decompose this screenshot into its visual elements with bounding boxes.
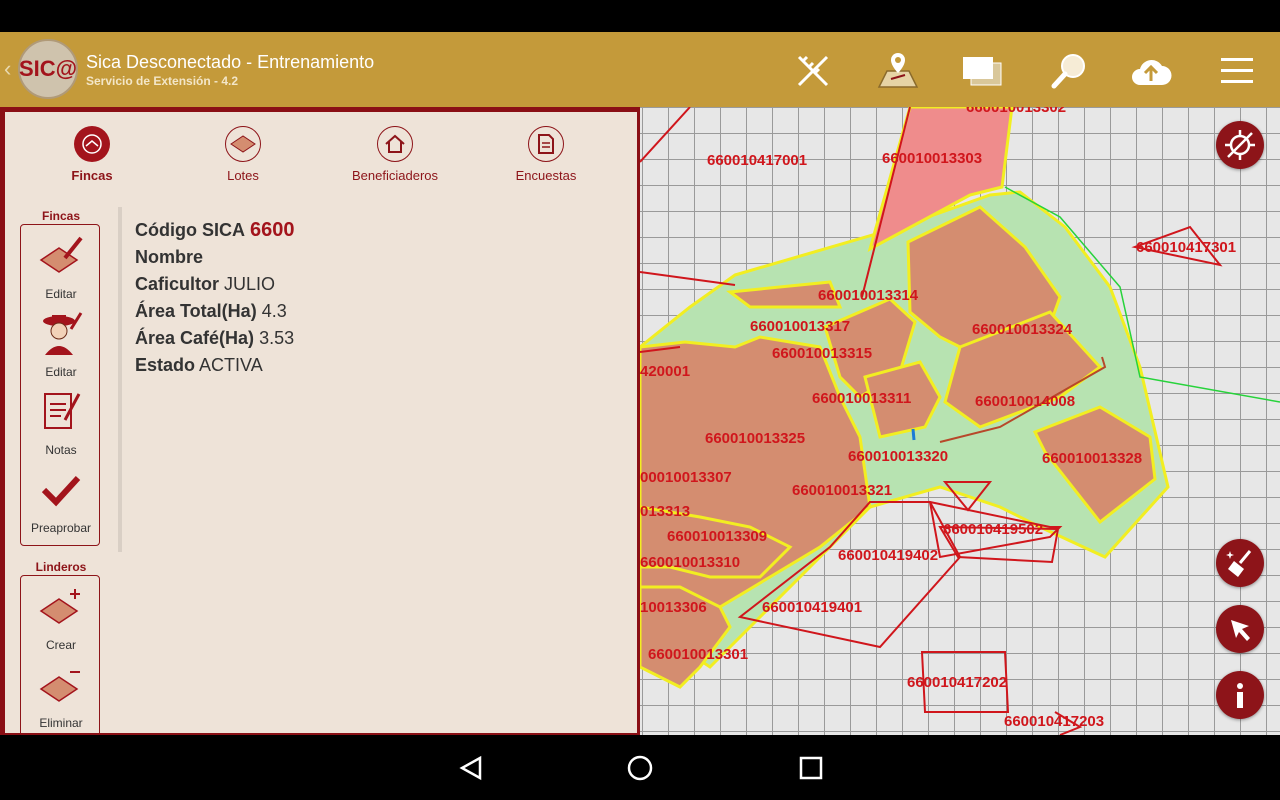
linderos-tools: Crear Eliminar bbox=[20, 575, 100, 733]
edit-farmer-icon bbox=[21, 309, 101, 359]
map-label: 00010013307 bbox=[640, 469, 732, 486]
map-label: 660010417203 bbox=[1004, 713, 1105, 730]
app-subtitle: Servicio de Extensión - 4.2 bbox=[86, 74, 239, 88]
edit-farmer-button[interactable]: Editar bbox=[21, 309, 101, 387]
recents-nav-icon[interactable] bbox=[796, 753, 826, 783]
info-icon[interactable] bbox=[1216, 671, 1264, 719]
back-chevron-icon[interactable]: ‹ bbox=[4, 56, 11, 82]
map-label: 660010013315 bbox=[772, 345, 873, 362]
map-label: 660010014008 bbox=[975, 393, 1076, 410]
lot-icon bbox=[225, 126, 261, 162]
map-label: 660010013303 bbox=[882, 150, 983, 167]
caficultor-row: Caficultor JULIO bbox=[135, 274, 276, 294]
add-boundary-icon bbox=[21, 582, 101, 632]
back-nav-icon[interactable] bbox=[456, 753, 486, 783]
map-label: 660010013302 bbox=[966, 107, 1067, 116]
create-boundary-button[interactable]: Crear bbox=[21, 582, 101, 660]
map-label: 013313 bbox=[640, 503, 691, 520]
notes-icon bbox=[21, 387, 101, 437]
check-icon bbox=[21, 465, 101, 515]
app-bar: ‹ SIC@ Sica Desconectado - Entrenamiento… bbox=[0, 32, 1280, 107]
map-label: 660010417301 bbox=[1136, 239, 1237, 256]
home-nav-icon[interactable] bbox=[625, 753, 655, 783]
map-label: 660010417001 bbox=[707, 152, 808, 169]
map-pin-icon[interactable] bbox=[877, 50, 919, 92]
menu-icon[interactable] bbox=[1216, 50, 1258, 92]
map-label: 660010419502 bbox=[943, 521, 1044, 538]
scrollbar[interactable] bbox=[118, 207, 122, 552]
map-label: 660010417202 bbox=[907, 674, 1008, 691]
tab-encuestas[interactable]: Encuestas bbox=[486, 126, 606, 186]
map-canvas bbox=[640, 107, 1280, 735]
finca-panel: Fincas Lotes Beneficiaderos Encuestas Fi… bbox=[0, 107, 640, 735]
tab-beneficiaderos[interactable]: Beneficiaderos bbox=[335, 126, 455, 186]
edit-polygon-button[interactable]: Editar bbox=[21, 231, 101, 309]
finca-info: Código SICA 6600 Nombre Caficultor JULIO… bbox=[135, 217, 295, 379]
map-label: 660010013310 bbox=[640, 554, 741, 571]
linderos-section-title: Linderos bbox=[35, 560, 87, 574]
search-icon[interactable] bbox=[1048, 50, 1090, 92]
status-bar bbox=[0, 0, 1280, 32]
edit-polygon-icon bbox=[21, 231, 101, 281]
app-logo[interactable]: SIC@ bbox=[18, 39, 78, 99]
system-nav-bar bbox=[0, 735, 1280, 800]
codigo-value: 6600 bbox=[250, 219, 295, 241]
map-label: 420001 bbox=[640, 363, 691, 380]
survey-icon bbox=[528, 126, 564, 162]
map-label: 660010419401 bbox=[762, 599, 863, 616]
codigo-row: Código SICA 6600 bbox=[135, 219, 295, 241]
ruler-pencil-icon[interactable] bbox=[792, 50, 834, 92]
map-label: 660010013311 bbox=[812, 390, 912, 407]
select-pointer-icon[interactable] bbox=[1216, 605, 1264, 653]
farm-icon bbox=[74, 126, 110, 162]
clean-icon[interactable] bbox=[1216, 539, 1264, 587]
map-label: 660010013301 bbox=[648, 646, 749, 663]
app-title: Sica Desconectado - Entrenamiento bbox=[86, 52, 375, 72]
house-icon bbox=[377, 126, 413, 162]
area-total-row: Área Total(Ha) 4.3 bbox=[135, 301, 287, 321]
remove-boundary-icon bbox=[21, 660, 101, 710]
estado-row: Estado ACTIVA bbox=[135, 355, 263, 375]
nombre-row: Nombre bbox=[135, 247, 204, 267]
no-gps-icon[interactable] bbox=[1216, 121, 1264, 169]
fincas-tools: Editar Editar Notas Preaprobar bbox=[20, 224, 100, 546]
map-label: 10013306 bbox=[640, 599, 707, 616]
cloud-upload-icon[interactable] bbox=[1130, 50, 1172, 92]
area-cafe-row: Área Café(Ha) 3.53 bbox=[135, 328, 295, 348]
map-label: 660010013317 bbox=[750, 318, 851, 335]
tab-lotes[interactable]: Lotes bbox=[183, 126, 303, 186]
map-label: 660010013325 bbox=[705, 430, 806, 447]
fincas-section-title: Fincas bbox=[41, 209, 80, 223]
notes-button[interactable]: Notas bbox=[21, 387, 101, 465]
tab-fincas[interactable]: Fincas bbox=[32, 126, 152, 186]
map-label: 660010013320 bbox=[848, 448, 949, 465]
delete-boundary-button[interactable]: Eliminar bbox=[21, 660, 101, 733]
map-label: 660010013314 bbox=[818, 287, 919, 304]
map-label: 660010013324 bbox=[972, 321, 1073, 338]
finca-panel-content: Fincas Lotes Beneficiaderos Encuestas Fi… bbox=[5, 112, 637, 733]
map-label: 660010013328 bbox=[1042, 450, 1143, 467]
map-label: 660010013321 bbox=[792, 482, 893, 499]
layers-icon[interactable] bbox=[961, 50, 1003, 92]
preapprove-button[interactable]: Preaprobar bbox=[21, 465, 101, 543]
map-view[interactable]: 660010013302 660010417001 660010013303 6… bbox=[640, 107, 1280, 735]
map-label: 660010419402 bbox=[838, 547, 939, 564]
map-label: 660010013309 bbox=[667, 528, 768, 545]
